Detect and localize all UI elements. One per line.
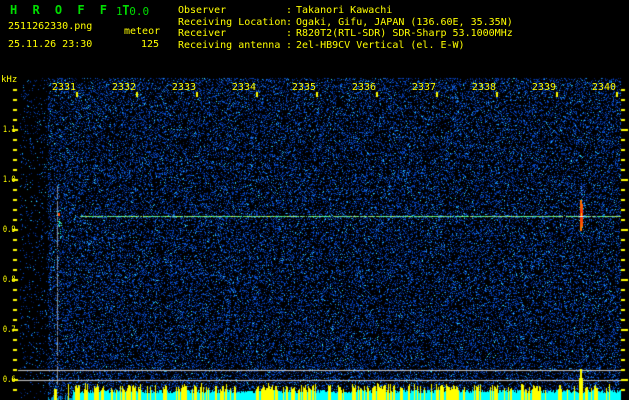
info-value: Takanori Kawachi [296, 5, 393, 16]
info-label: Receiving antenna [178, 39, 281, 51]
y-tick-label: 0.7 [2, 325, 16, 335]
info-label: Receiver [178, 28, 227, 39]
timestamp: 25.11.26 23:30 [8, 39, 93, 50]
hrofft-window: H R O F F T 1.0.0 2511262330.png meteor … [0, 0, 629, 400]
info-value: Ogaki, Gifu, JAPAN (136.60E, 35.35N) [296, 16, 513, 28]
info-label: Observer [178, 5, 227, 16]
x-tick-label: 2339 [531, 82, 556, 93]
x-tick-label: 2336 [351, 82, 376, 93]
info-row-receiver: Receiver: R820T2(RTL-SDR) SDR-Sharp 53.10… [178, 28, 513, 39]
x-tick-label: 2333 [171, 82, 196, 93]
x-tick-label: 2338 [471, 82, 496, 93]
info-row-observer: Observer: Takanori Kawachi [178, 5, 393, 16]
y-tick-label: 0.6 [2, 375, 16, 385]
x-tick-label: 2340 [591, 82, 616, 93]
y-tick-label: 1.1 [2, 125, 16, 135]
x-tick-label: 2331 [51, 82, 76, 93]
x-tick-label: 2337 [411, 82, 436, 93]
y-tick-label: 0.8 [2, 275, 16, 285]
app-version: 1.0.0 [116, 5, 150, 18]
x-tick-label: 2332 [111, 82, 136, 93]
echo-counter: 125 [141, 39, 160, 50]
info-row-location: Receiving Location: Ogaki, Gifu, JAPAN (1… [178, 16, 513, 28]
mode-label: meteor [124, 26, 161, 37]
info-value: R820T2(RTL-SDR) SDR-Sharp 53.1000MHz [296, 28, 513, 39]
x-tick-label: 2335 [291, 82, 316, 93]
output-filename: 2511262330.png [8, 21, 93, 32]
spectrogram-canvas [0, 0, 629, 400]
y-tick-label: 1.0 [2, 175, 16, 185]
y-axis-unit-label: kHz [1, 75, 18, 85]
info-row-antenna: Receiving antenna:2el-HB9CV Vertical (el… [178, 39, 465, 51]
app-title: H R O F F T [10, 3, 134, 17]
info-value: 2el-HB9CV Vertical (el. E-W) [296, 39, 465, 51]
y-tick-label: 0.9 [2, 225, 16, 235]
x-tick-label: 2334 [231, 82, 256, 93]
info-label: Receiving Location [178, 16, 287, 28]
station-info: Observer: Takanori Kawachi Receiving Loca… [178, 5, 513, 51]
